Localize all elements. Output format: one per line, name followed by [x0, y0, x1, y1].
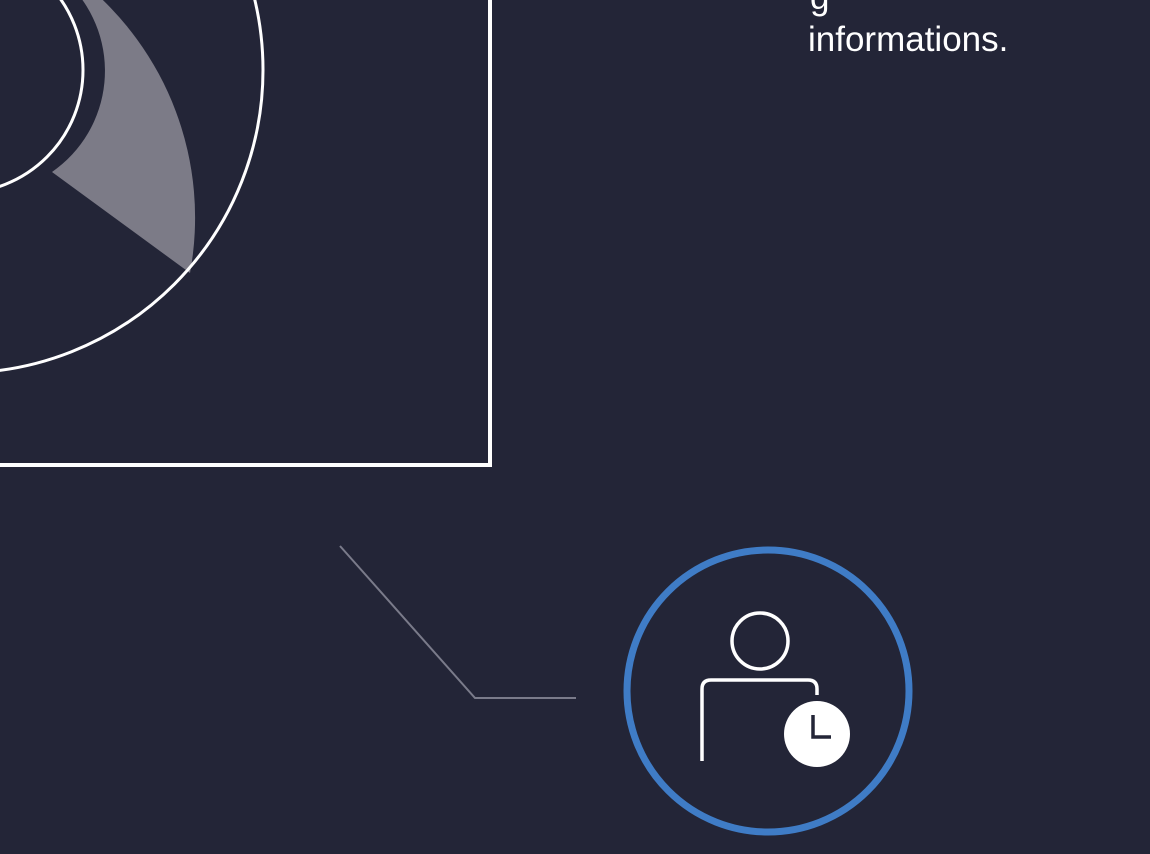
clock-icon — [784, 701, 850, 767]
connector-path — [339, 545, 576, 699]
connector-line — [339, 545, 576, 699]
caption-line: informations. — [808, 20, 1009, 59]
badge-ring — [623, 546, 913, 836]
slide-canvas: g informations. — [0, 0, 1150, 854]
donut-panel — [0, 0, 492, 467]
caption-text: g informations. — [780, 0, 1140, 70]
user-clock-badge — [623, 546, 913, 836]
